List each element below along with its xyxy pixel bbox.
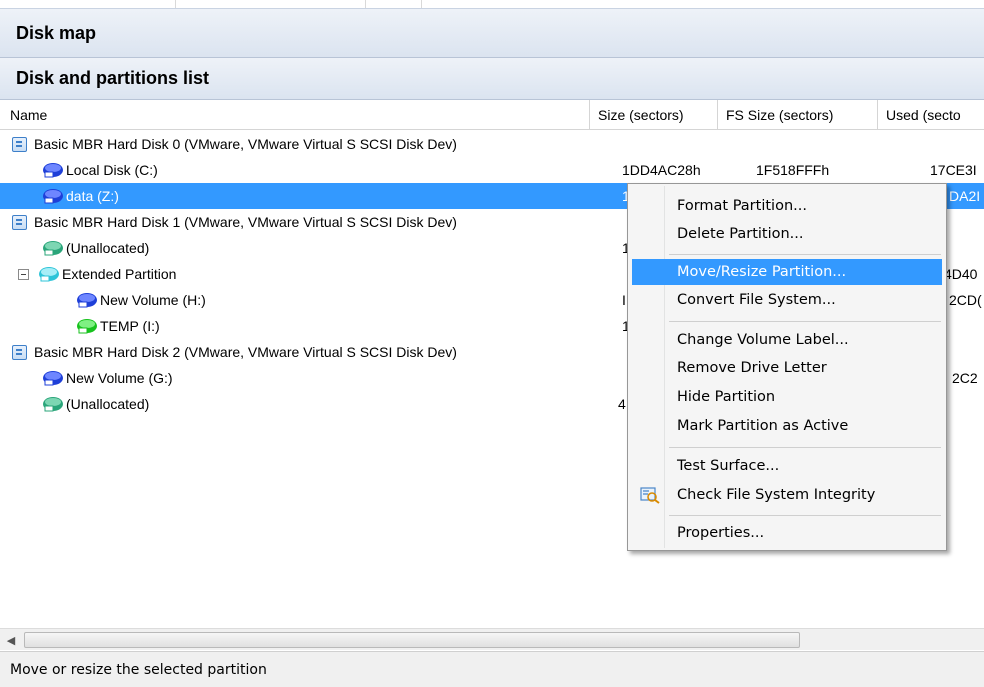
disk-row-name: Basic MBR Hard Disk 1 (VMware, VMware Vi… — [12, 209, 457, 235]
hard-disk-icon — [12, 214, 27, 230]
size-cell: I — [622, 292, 626, 308]
volume-icon — [43, 163, 63, 178]
top-strip-segment — [366, 0, 422, 8]
partition-row-name: TEMP (I:) — [76, 313, 160, 339]
collapse-toggle-icon[interactable] — [18, 268, 29, 280]
status-text: Move or resize the selected partition — [10, 661, 267, 678]
volume-icon — [43, 189, 63, 204]
partition-label: Extended Partition — [62, 266, 177, 282]
menu-item-format-partition[interactable]: Format Partition... — [632, 193, 942, 219]
menu-item-label: Delete Partition... — [677, 226, 804, 242]
partition-label: TEMP (I:) — [100, 318, 160, 334]
partition-label: Local Disk (C:) — [66, 162, 158, 178]
size-cell: 1DD4AC28h — [622, 162, 701, 178]
disk-label: Basic MBR Hard Disk 0 (VMware, VMware Vi… — [34, 136, 457, 152]
column-header-fs-size[interactable]: FS Size (sectors) — [718, 100, 878, 130]
menu-item-delete-partition[interactable]: Delete Partition... — [632, 221, 942, 247]
used-cell: 2CD( — [949, 292, 982, 308]
menu-item-label: Mark Partition as Active — [677, 418, 849, 434]
menu-separator — [669, 254, 941, 255]
top-strip — [0, 0, 984, 8]
column-header-name[interactable]: Name — [10, 100, 590, 130]
fs-size-cell: 1F518FFFh — [756, 162, 830, 178]
menu-item-test-surface[interactable]: Test Surface... — [632, 453, 942, 479]
menu-item-label: Hide Partition — [677, 389, 776, 405]
column-header-size[interactable]: Size (sectors) — [590, 100, 718, 130]
disk-label: Basic MBR Hard Disk 2 (VMware, VMware Vi… — [34, 344, 457, 360]
menu-item-label: Test Surface... — [677, 458, 780, 474]
partition-label: New Volume (G:) — [66, 370, 173, 386]
menu-item-convert-file-system[interactable]: Convert File System... — [632, 287, 942, 313]
size-cell: 4 — [618, 396, 626, 412]
hard-disk-icon — [12, 344, 27, 360]
menu-separator — [669, 321, 941, 322]
status-bar: Move or resize the selected partition — [0, 651, 984, 687]
partition-row-name: data (Z:) — [42, 183, 119, 209]
column-header-used[interactable]: Used (secto — [878, 100, 984, 130]
used-cell: 4D40 — [944, 266, 978, 282]
partition-row-name: (Unallocated) — [42, 235, 149, 261]
top-strip-segment — [0, 0, 176, 8]
partition-row-name: New Volume (G:) — [42, 365, 173, 391]
menu-item-label: Check File System Integrity — [677, 487, 876, 503]
used-cell: 17CE3I — [930, 162, 977, 178]
disk-row-name: Basic MBR Hard Disk 2 (VMware, VMware Vi… — [12, 339, 457, 365]
check-integrity-icon — [640, 487, 660, 504]
partition-row-name: Local Disk (C:) — [42, 157, 158, 183]
menu-item-mark-partition-active[interactable]: Mark Partition as Active — [632, 413, 942, 439]
disk-map-title: Disk map — [16, 22, 97, 43]
unallocated-icon — [43, 241, 63, 256]
scrollbar-thumb[interactable] — [24, 632, 800, 648]
partition-row-name: New Volume (H:) — [76, 287, 206, 313]
used-cell: 2C2 — [952, 370, 978, 386]
partition-label: data (Z:) — [66, 188, 119, 204]
menu-item-label: Format Partition... — [677, 198, 807, 214]
menu-item-label: Convert File System... — [677, 292, 836, 308]
partition-row-name: (Unallocated) — [42, 391, 149, 417]
disk-label: Basic MBR Hard Disk 1 (VMware, VMware Vi… — [34, 214, 457, 230]
hard-disk-icon — [12, 136, 27, 152]
partitions-list-header[interactable]: Disk and partitions list — [0, 58, 984, 100]
column-header-bar: Name Size (sectors) FS Size (sectors) Us… — [0, 100, 984, 130]
volume-icon — [77, 293, 97, 308]
extended-partition-icon — [39, 267, 59, 282]
used-cell: DA2I — [949, 188, 981, 204]
menu-item-label: Change Volume Label... — [677, 332, 849, 348]
partition-label: (Unallocated) — [66, 240, 150, 256]
disk-map-header[interactable]: Disk map — [0, 8, 984, 58]
partition-row-name: Extended Partition — [18, 261, 176, 287]
menu-item-hide-partition[interactable]: Hide Partition — [632, 384, 942, 410]
volume-icon — [77, 319, 97, 334]
menu-item-check-file-system-integrity[interactable]: Check File System Integrity — [632, 482, 942, 508]
top-strip-segment — [176, 0, 366, 8]
menu-separator — [669, 515, 941, 516]
menu-item-change-volume-label[interactable]: Change Volume Label... — [632, 327, 942, 353]
partition-context-menu: Format Partition... Delete Partition... … — [627, 183, 947, 551]
menu-item-label: Move/Resize Partition... — [677, 264, 847, 280]
partition-label: New Volume (H:) — [100, 292, 206, 308]
partition-label: (Unallocated) — [66, 396, 150, 412]
scroll-left-icon[interactable]: ◀ — [2, 631, 20, 649]
partitions-list-title: Disk and partitions list — [16, 68, 210, 88]
menu-item-remove-drive-letter[interactable]: Remove Drive Letter — [632, 355, 942, 381]
menu-item-properties[interactable]: Properties... — [632, 520, 942, 546]
menu-item-label: Remove Drive Letter — [677, 360, 827, 376]
disk-row[interactable]: Basic MBR Hard Disk 0 (VMware, VMware Vi… — [0, 131, 984, 157]
volume-icon — [43, 371, 63, 386]
disk-row-name: Basic MBR Hard Disk 0 (VMware, VMware Vi… — [12, 131, 457, 157]
horizontal-scrollbar[interactable]: ◀ — [0, 628, 984, 650]
unallocated-icon — [43, 397, 63, 412]
menu-separator — [669, 447, 941, 448]
menu-item-label: Properties... — [677, 525, 765, 541]
menu-item-move-resize-partition[interactable]: Move/Resize Partition... — [632, 259, 942, 285]
partition-row[interactable]: Local Disk (C:) 1DD4AC28h 1F518FFFh 17CE… — [0, 157, 984, 183]
